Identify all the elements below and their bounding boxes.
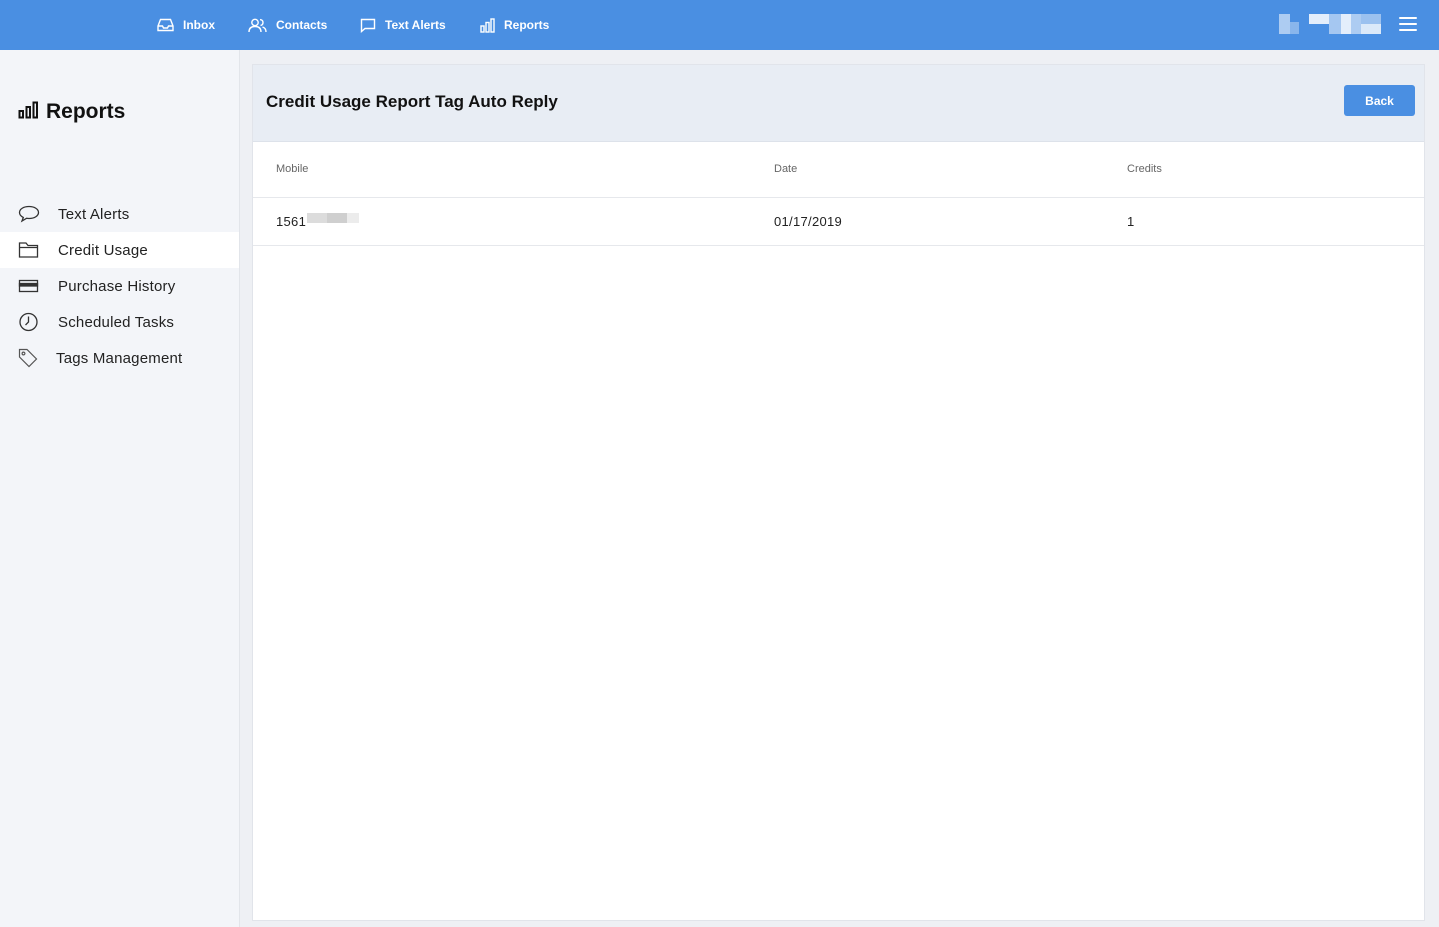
- nav-inbox[interactable]: Inbox: [157, 0, 215, 50]
- nav-text-alerts-label: Text Alerts: [385, 18, 446, 32]
- cell-date: 01/17/2019: [774, 214, 843, 229]
- sidebar-title-label: Reports: [46, 100, 126, 123]
- folder-icon: [18, 240, 40, 260]
- sidebar-item-purchase-history[interactable]: Purchase History: [0, 268, 239, 304]
- mobile-number: 1561: [276, 214, 307, 229]
- nav-reports-label: Reports: [504, 18, 550, 32]
- sidebar-item-tags-management[interactable]: Tags Management: [0, 340, 239, 376]
- tag-icon: [18, 348, 40, 368]
- sidebar-title: Reports: [18, 100, 125, 124]
- sidebar: Reports Text Alerts Credit Usage Purchas…: [0, 50, 240, 927]
- top-navigation-bar: Inbox Contacts Text Alerts Reports: [0, 0, 1439, 50]
- column-header-credits[interactable]: Credits: [1127, 163, 1162, 175]
- nav-text-alerts[interactable]: Text Alerts: [360, 0, 446, 50]
- page-title: Credit Usage Report Tag Auto Reply: [266, 92, 558, 111]
- user-account-avatar[interactable]: [1279, 14, 1381, 34]
- column-header-date[interactable]: Date: [774, 163, 797, 175]
- nav-contacts-label: Contacts: [276, 18, 328, 32]
- credit-card-icon: [18, 276, 40, 296]
- cell-credits: 1: [1127, 214, 1135, 229]
- row-divider: [253, 245, 1424, 246]
- sidebar-item-label: Purchase History: [58, 277, 176, 295]
- sidebar-item-label: Credit Usage: [58, 241, 148, 259]
- nav-contacts[interactable]: Contacts: [248, 0, 327, 50]
- nav-reports[interactable]: Reports: [480, 0, 549, 50]
- cell-mobile: 1561: [276, 214, 306, 229]
- clock-icon: [18, 312, 40, 332]
- header-divider: [253, 197, 1424, 198]
- sidebar-item-label: Text Alerts: [58, 205, 130, 223]
- nav-inbox-label: Inbox: [183, 18, 215, 32]
- inbox-icon: [157, 18, 174, 32]
- report-card: Credit Usage Report Tag Auto Reply Back …: [252, 64, 1425, 921]
- sidebar-item-label: Tags Management: [56, 349, 183, 367]
- sidebar-item-scheduled-tasks[interactable]: Scheduled Tasks: [0, 304, 239, 340]
- chat-bubble-icon: [18, 204, 40, 224]
- report-header: Credit Usage Report Tag Auto Reply Back: [253, 65, 1424, 142]
- contacts-icon: [248, 18, 267, 33]
- sidebar-item-credit-usage[interactable]: Credit Usage: [0, 232, 239, 268]
- bar-chart-icon: [480, 17, 495, 33]
- bar-chart-icon: [18, 101, 39, 124]
- back-button[interactable]: Back: [1344, 85, 1415, 116]
- sidebar-item-text-alerts[interactable]: Text Alerts: [0, 196, 239, 232]
- chat-bubble-icon: [360, 18, 376, 33]
- menu-icon[interactable]: [1398, 16, 1418, 32]
- column-header-mobile[interactable]: Mobile: [276, 163, 308, 175]
- sidebar-item-label: Scheduled Tasks: [58, 313, 175, 331]
